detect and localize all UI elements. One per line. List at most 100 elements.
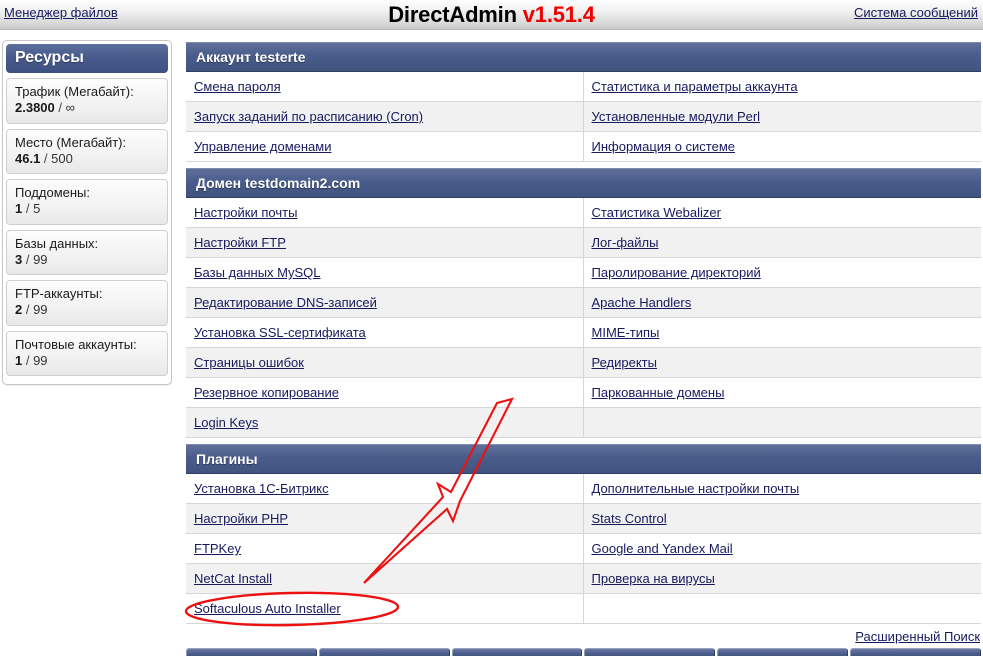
menu-row: Управление доменами Информация о системе	[186, 131, 982, 162]
menu-link[interactable]: Паролирование директорий	[592, 265, 761, 280]
menu-link[interactable]: Softaculous Auto Installer	[194, 601, 341, 616]
menu-link[interactable]: Страницы ошибок	[194, 355, 304, 370]
menu-link[interactable]: Редактирование DNS-записей	[194, 295, 377, 310]
bottom-tab-bar	[186, 648, 981, 656]
bottom-tab[interactable]	[850, 648, 981, 656]
bottom-tab[interactable]	[318, 648, 450, 656]
menu-link[interactable]: Установленные модули Perl	[592, 109, 761, 124]
bottom-tab[interactable]	[717, 648, 849, 656]
section-header: Аккаунт testerte	[186, 42, 981, 72]
menu-link[interactable]: Резервное копирование	[194, 385, 339, 400]
menu-link[interactable]: Google and Yandex Mail	[592, 541, 733, 556]
menu-cell-right: Статистика и параметры аккаунта	[584, 72, 982, 102]
menu-link[interactable]: Настройки PHP	[194, 511, 288, 526]
menu-cell-right: Дополнительные настройки почты	[584, 474, 982, 504]
menu-cell-left: Softaculous Auto Installer	[186, 593, 584, 624]
menu-link[interactable]: MIME-типы	[592, 325, 660, 340]
menu-link[interactable]: Статистика Webalizer	[592, 205, 721, 220]
menu-row: Настройки FTP Лог-файлы	[186, 227, 981, 258]
resource-max: 99	[33, 352, 48, 368]
resource-label: Почтовые аккаунты:	[15, 336, 137, 352]
menu-row: Базы данных MySQL Паролирование директори…	[186, 257, 982, 288]
menu-link[interactable]: Установка 1С-Битрикс	[194, 481, 329, 496]
resource-label: FTP-аккаунты:	[15, 286, 103, 301]
menu-cell-left: Редактирование DNS-записей	[186, 287, 584, 318]
resource-item: Место (Мегабайт): 46.1 / 500	[6, 128, 168, 174]
menu-cell-right: MIME-типы	[584, 318, 982, 348]
resource-item: Базы данных: 3 / 99	[6, 229, 168, 275]
resource-label: Поддомены:	[15, 185, 90, 200]
menu-row: Login Keys	[186, 407, 982, 438]
menu-row: Редактирование DNS-записей Apache Handler…	[186, 287, 981, 318]
menu-link[interactable]: Установка SSL-сертификата	[194, 325, 366, 340]
section-header: Плагины	[186, 444, 981, 474]
menu-link[interactable]: Управление доменами	[194, 139, 331, 154]
sidebar: Ресурсы Трафик (Мегабайт): 2.3800 / ∞ Мест…	[2, 40, 172, 385]
resource-max: 500	[51, 150, 73, 166]
menu-link[interactable]: Запуск заданий по расписанию (Cron)	[194, 109, 423, 124]
menu-cell-left: Управление доменами	[186, 131, 584, 162]
menu-row: Настройки PHP Stats Control	[186, 503, 982, 534]
resource-item: FTP-аккаунты: 2 / 99	[6, 280, 168, 326]
menu-cell-left: Установка 1С-Битрикс	[186, 473, 584, 504]
menu-link[interactable]: Редиректы	[592, 355, 657, 370]
menu-cell-right: Статистика Webalizer	[584, 198, 982, 228]
resource-item: Поддомены: 1 / 5	[6, 179, 168, 225]
menu-link[interactable]: Лог-файлы	[592, 235, 659, 250]
menu-cell-right: Проверка на вирусы	[584, 564, 982, 594]
resource-used: 46.1	[15, 150, 41, 166]
bottom-tab[interactable]	[186, 648, 317, 656]
message-system-link-wrap: Система сообщений	[854, 5, 978, 20]
menu-link[interactable]: Базы данных MySQL	[194, 265, 321, 280]
menu-link[interactable]: Настройки почты	[194, 205, 297, 220]
menu-row: Страницы ошибок Редиректы	[186, 347, 982, 378]
menu-cell-left: NetCat Install	[186, 563, 584, 594]
bottom-tab[interactable]	[451, 648, 583, 656]
menu-cell-right: Stats Control	[584, 504, 982, 534]
menu-link[interactable]: Проверка на вирусы	[592, 571, 715, 586]
message-system-link[interactable]: Система сообщений	[854, 5, 978, 20]
menu-row: Резервное копирование Паркованные домены	[186, 377, 981, 408]
menu-cell-right: Информация о системе	[584, 132, 982, 162]
menu-link[interactable]: Дополнительные настройки почты	[592, 481, 800, 496]
menu-row: Установка 1С-Битрикс Дополнительные настр…	[186, 473, 982, 504]
menu-link[interactable]: Stats Control	[592, 511, 667, 526]
resource-label: Место (Мегабайт):	[15, 134, 127, 150]
menu-cell-left: Установка SSL-сертификата	[186, 317, 584, 348]
resource-used: 2.3800	[15, 100, 55, 116]
app-version: v1.51.4	[522, 2, 595, 27]
menu-cell-left: Страницы ошибок	[186, 347, 584, 378]
resources-panel: Ресурсы Трафик (Мегабайт): 2.3800 / ∞ Мест…	[2, 40, 172, 385]
menu-link[interactable]: FTPKey	[194, 541, 241, 556]
menu-row: FTPKey Google and Yandex Mail	[186, 533, 982, 564]
app-name: DirectAdmin	[388, 2, 517, 27]
menu-link[interactable]: Паркованные домены	[592, 385, 725, 400]
section-header: Домен testdomain2.com	[186, 168, 981, 198]
resource-max: 99	[33, 302, 48, 318]
menu-link[interactable]: Информация о системе	[592, 139, 736, 154]
menu-link[interactable]: Login Keys	[194, 415, 258, 430]
menu-cell-left: Резервное копирование	[186, 377, 584, 408]
menu-cell-right	[584, 408, 982, 438]
menu-cell-left: Запуск заданий по расписанию (Cron)	[186, 101, 584, 132]
menu-link[interactable]: NetCat Install	[194, 571, 272, 586]
advanced-search-link[interactable]: Расширенный Поиск	[855, 629, 980, 644]
main-content: Аккаунт testerte Смена пароля Статистика и…	[186, 42, 981, 624]
menu-cell-left: FTPKey	[186, 533, 584, 564]
menu-row: Установка SSL-сертификата MIME-типы	[186, 317, 982, 348]
menu-cell-right: Редиректы	[584, 348, 982, 378]
menu-link[interactable]: Смена пароля	[194, 79, 281, 94]
resource-item: Трафик (Мегабайт): 2.3800 / ∞	[6, 78, 168, 124]
menu-link[interactable]: Настройки FTP	[194, 235, 286, 250]
resources-list: Трафик (Мегабайт): 2.3800 / ∞ Место (Мегаб…	[6, 78, 168, 376]
bottom-tab[interactable]	[584, 648, 716, 656]
menu-link[interactable]: Apache Handlers	[592, 295, 692, 310]
resource-max: 99	[33, 251, 48, 267]
menu-link[interactable]: Статистика и параметры аккаунта	[592, 79, 798, 94]
menu-cell-right: Паролирование директорий	[584, 258, 982, 288]
menu-row: NetCat Install Проверка на вирусы	[186, 563, 982, 594]
resource-item: Почтовые аккаунты: 1 / 99	[6, 330, 168, 376]
resource-label: Базы данных:	[15, 235, 99, 251]
menu-cell-right: Google and Yandex Mail	[584, 534, 982, 564]
menu-cell-left: Базы данных MySQL	[186, 257, 584, 288]
